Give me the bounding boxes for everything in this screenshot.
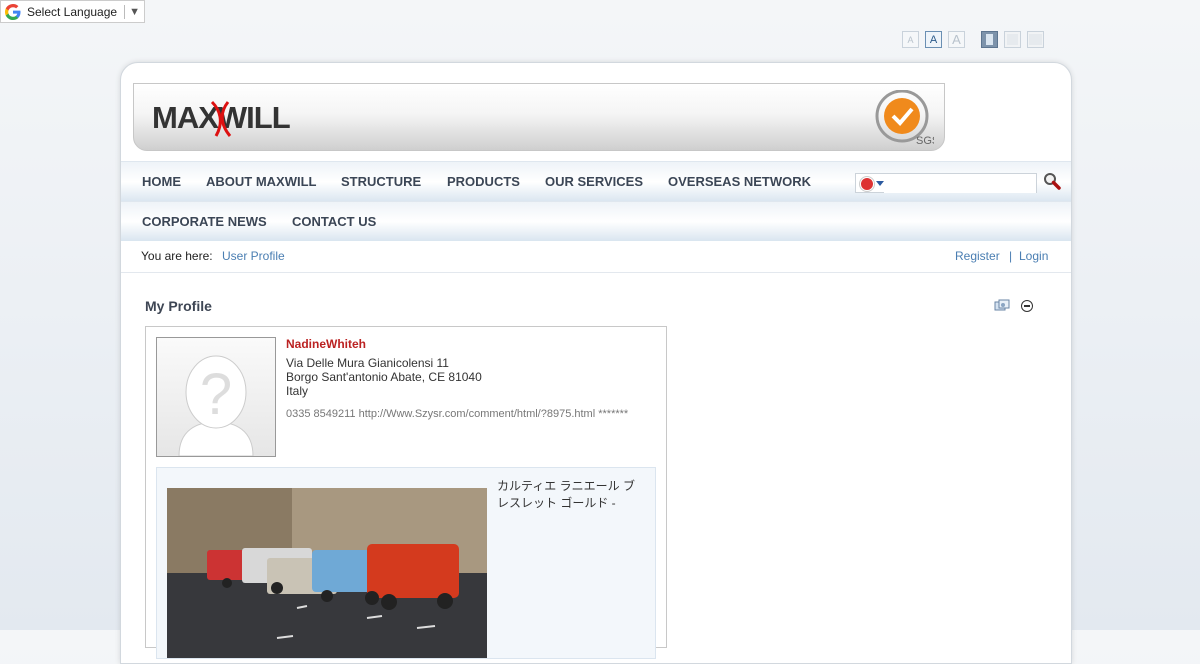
translate-widget[interactable]: Select Language ▼ [0, 0, 145, 23]
breadcrumb-current[interactable]: User Profile [222, 249, 285, 263]
register-link[interactable]: Register [955, 249, 1000, 263]
address-line: Via Delle Mura Gianicolensi 11 [286, 356, 449, 370]
nav-services[interactable]: OUR SERVICES [545, 174, 643, 189]
nav-overseas[interactable]: OVERSEAS NETWORK [668, 174, 811, 189]
profile-card: ? NadineWhiteh Via Delle Mura Gianicolen… [145, 326, 667, 659]
profile-contact: 0335 8549211 http://Www.Szysr.com/commen… [286, 408, 629, 420]
profile-username[interactable]: NadineWhiteh [286, 337, 366, 351]
post-caption[interactable]: カルティエ ラニエール ブレスレット ゴールド - [497, 478, 643, 512]
search-input[interactable] [884, 175, 1036, 193]
layout-narrow-button[interactable] [981, 31, 998, 48]
sgs-certification-icon: SGS [875, 90, 934, 146]
svg-text:SGS: SGS [916, 135, 934, 146]
search-box [855, 173, 1037, 193]
address-line: Borgo Sant'antonio Abate, CE 81040 [286, 370, 482, 384]
profile-post: カルティエ ラニエール ブレスレット ゴールド - [156, 467, 656, 659]
layout-medium-button[interactable] [1004, 31, 1021, 48]
auth-separator: | [1009, 249, 1013, 263]
svg-text:?: ? [200, 362, 232, 427]
language-flag-icon[interactable] [860, 177, 874, 191]
photos-icon[interactable] [994, 299, 1010, 313]
breadcrumb-label: You are here: [141, 249, 213, 263]
main-nav-row2: CORPORATE NEWS CONTACT US [121, 201, 1071, 241]
font-small-button[interactable]: A [902, 31, 919, 48]
minimize-icon[interactable] [1021, 300, 1033, 312]
breadcrumb: You are here: User Profile Register | Lo… [121, 240, 1071, 273]
search-icon[interactable] [1043, 172, 1061, 190]
login-link[interactable]: Login [1019, 249, 1048, 263]
page-container: MAXWILL SGS HOME ABOUT MAXWILL STRUCTURE… [120, 62, 1072, 664]
layout-wide-button[interactable] [1027, 31, 1044, 48]
translate-label: Select Language [27, 4, 118, 19]
font-large-button[interactable]: A [948, 31, 965, 48]
google-icon [5, 3, 21, 20]
nav-home[interactable]: HOME [142, 174, 181, 189]
nav-products[interactable]: PRODUCTS [447, 174, 520, 189]
default-avatar-icon: ? [178, 355, 254, 456]
nav-structure[interactable]: STRUCTURE [341, 174, 421, 189]
post-image[interactable] [167, 488, 487, 658]
profile-address: Via Delle Mura Gianicolensi 11 Borgo San… [286, 356, 482, 398]
page-title: My Profile [145, 298, 212, 314]
address-line: Italy [286, 384, 309, 398]
nav-about[interactable]: ABOUT MAXWILL [206, 174, 316, 189]
font-medium-button[interactable]: A [925, 31, 942, 48]
maxwill-logo[interactable]: MAXWILL [150, 96, 300, 140]
header-banner: MAXWILL SGS [133, 83, 945, 151]
avatar: ? [156, 337, 276, 457]
chevron-down-icon[interactable] [876, 181, 884, 186]
chevron-down-icon[interactable]: ▼ [129, 6, 140, 18]
translate-divider [124, 4, 126, 19]
nav-contact[interactable]: CONTACT US [292, 214, 376, 229]
nav-news[interactable]: CORPORATE NEWS [142, 214, 267, 229]
